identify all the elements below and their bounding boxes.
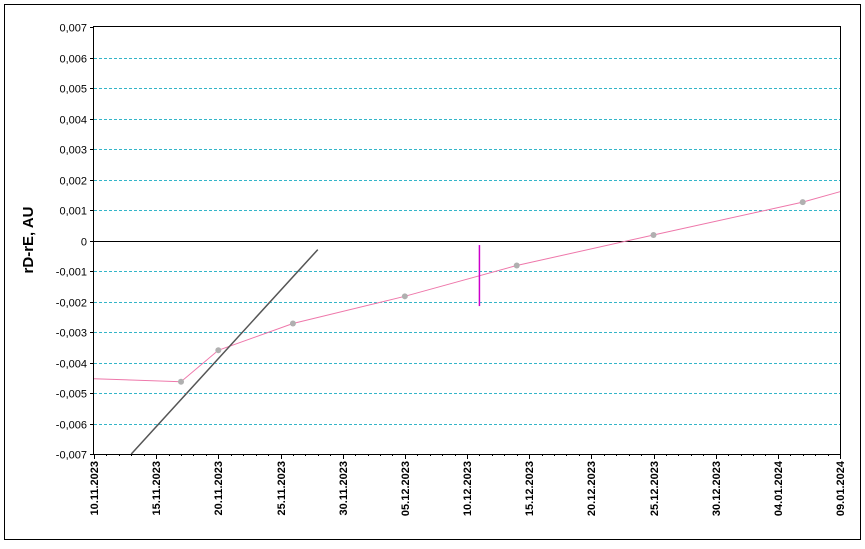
y-tick-label: -0,003 bbox=[56, 328, 87, 340]
y-axis-label: rD-rE, AU bbox=[20, 207, 37, 274]
x-tick-label: 30.12.2023 bbox=[711, 461, 723, 516]
data-point bbox=[650, 232, 657, 239]
data-point bbox=[401, 293, 408, 300]
data-point bbox=[513, 262, 520, 269]
x-tick-label: 09.01.2024 bbox=[835, 460, 847, 516]
x-tick-label: 30.11.2023 bbox=[338, 461, 350, 515]
x-tick-label: 25.12.2023 bbox=[649, 461, 661, 516]
y-tick-label: 0,006 bbox=[59, 54, 87, 66]
y-tick-label: 0,007 bbox=[59, 23, 87, 35]
x-tick-label: 15.12.2023 bbox=[524, 461, 536, 516]
y-tick-label: 0 bbox=[81, 237, 87, 249]
chart-svg: -0,007 -0,006 -0,005 -0,004 -0,003 -0,002 -0,0… bbox=[4, 4, 861, 540]
chart-frame: -0,007 -0,006 -0,005 -0,004 -0,003 -0,002 -0,0… bbox=[0, 0, 865, 544]
y-tick-label: 0,001 bbox=[59, 206, 87, 218]
y-tick-label: 0,005 bbox=[59, 84, 87, 96]
data-point bbox=[799, 199, 806, 206]
y-tick-label: -0,001 bbox=[56, 267, 87, 279]
y-tick-label: -0,005 bbox=[56, 389, 87, 401]
x-tick-label: 04.01.2024 bbox=[773, 460, 785, 516]
data-point bbox=[215, 347, 222, 354]
outer-border bbox=[4, 4, 861, 540]
y-tick-label: -0,006 bbox=[56, 420, 87, 432]
y-tick-label: -0,002 bbox=[56, 298, 87, 310]
y-tick-label: -0,007 bbox=[56, 450, 87, 462]
x-tick-label: 10.11.2023 bbox=[89, 461, 101, 515]
x-tick-label: 15.11.2023 bbox=[151, 461, 163, 515]
y-tick-label: 0,003 bbox=[59, 145, 87, 157]
x-tick-label: 10.12.2023 bbox=[462, 461, 474, 516]
x-tick-label: 20.12.2023 bbox=[586, 461, 598, 516]
x-tick-label: 25.11.2023 bbox=[276, 461, 288, 515]
x-tick-label: 05.12.2023 bbox=[400, 461, 412, 516]
y-tick-label: 0,002 bbox=[59, 176, 87, 188]
y-tick-label: 0,004 bbox=[59, 115, 87, 127]
x-tick-label: 20.11.2023 bbox=[213, 461, 225, 515]
data-point bbox=[289, 320, 296, 327]
data-point bbox=[178, 378, 185, 385]
y-tick-label: -0,004 bbox=[56, 359, 87, 371]
